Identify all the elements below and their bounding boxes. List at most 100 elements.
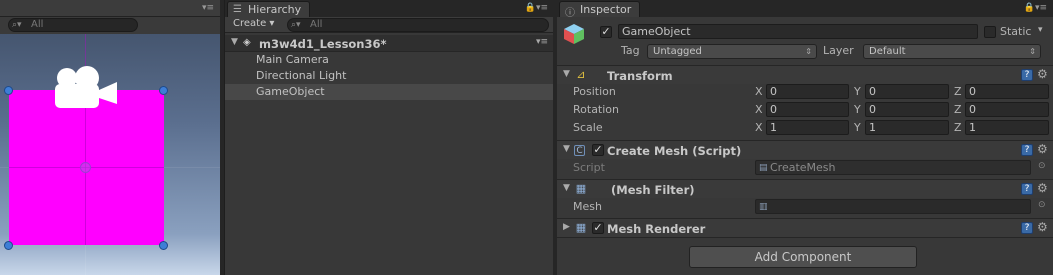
tab-hierarchy-label: Hierarchy (248, 3, 302, 16)
scene-view[interactable]: ▾≡ ⌕▾ All (0, 0, 220, 275)
mesh-object-field[interactable]: ▥ (755, 199, 1031, 214)
expand-arrow-icon[interactable]: ▼ (231, 37, 238, 47)
tab-inspector-label: Inspector (580, 3, 632, 16)
help-book-icon[interactable]: ? (1021, 144, 1033, 156)
camera-gizmo-icon[interactable] (53, 66, 119, 114)
hierarchy-item-directional-light[interactable]: Directional Light (225, 68, 554, 84)
tab-hierarchy[interactable]: ☰ Hierarchy (227, 1, 311, 17)
hierarchy-item-main-camera[interactable]: Main Camera (225, 52, 554, 68)
rotation-x-field[interactable]: 0 (766, 102, 849, 117)
mesh-renderer-header[interactable]: ▶ ▦ ✓ Mesh Renderer ? ⚙ (557, 218, 1053, 237)
mesh-renderer-title: Mesh Renderer (607, 222, 706, 236)
gameobject-cube-icon (564, 24, 584, 44)
dropdown-arrows-icon: ⇕ (805, 47, 812, 56)
list-icon: ☰ (233, 4, 242, 15)
z-label: Z (954, 103, 962, 116)
scene-search-row: ⌕▾ All (0, 17, 220, 34)
collapse-arrow-icon[interactable]: ▼ (563, 144, 570, 154)
panel-divider[interactable] (553, 0, 557, 275)
add-component-button[interactable]: Add Component (689, 246, 917, 268)
help-book-icon[interactable]: ? (1021, 69, 1033, 81)
scale-z-field[interactable]: 1 (965, 120, 1049, 135)
hierarchy-search-placeholder: All (310, 19, 323, 30)
y-label: Y (854, 121, 861, 134)
tag-dropdown[interactable]: Untagged ⇕ (647, 44, 817, 59)
script-label: Script (573, 161, 605, 174)
dropdown-arrows-icon: ⇕ (1029, 47, 1036, 56)
mesh-icon: ▥ (759, 202, 768, 212)
gear-icon[interactable]: ⚙ (1037, 67, 1048, 81)
transform-header[interactable]: ▼ ⊿ Transform ? ⚙ (557, 65, 1053, 84)
transform-axes-icon: ⊿ (576, 68, 586, 81)
mesh-filter-header[interactable]: ▼ ▦ (Mesh Filter) ? ⚙ (557, 179, 1053, 198)
layer-label: Layer (823, 44, 854, 57)
collapse-arrow-icon[interactable]: ▼ (563, 183, 570, 193)
hierarchy-search-input[interactable]: ⌕▾ All (287, 18, 549, 32)
panel-menu-icon[interactable]: ▾≡ (202, 3, 214, 13)
mesh-filter-icon: ▦ (575, 182, 587, 195)
position-y-field[interactable]: 0 (865, 84, 949, 99)
tag-label: Tag (621, 44, 640, 57)
scene-toolbar: ▾≡ (0, 0, 220, 17)
x-label: X (755, 103, 763, 116)
hierarchy-toolbar: Create ▾ ⌕▾ All (225, 17, 554, 33)
position-label: Position (573, 85, 616, 98)
inspector-tabbar: ⓘ Inspector 🔒▾≡ (557, 0, 1053, 19)
divider (557, 237, 1053, 238)
object-picker-icon[interactable]: ⊙ (1038, 161, 1046, 171)
y-label: Y (854, 85, 861, 98)
layer-dropdown[interactable]: Default ⇕ (863, 44, 1041, 59)
mesh-renderer-enabled-checkbox[interactable]: ✓ (592, 222, 604, 234)
static-dropdown-icon[interactable]: ▾ (1038, 25, 1043, 35)
position-x-field[interactable]: 0 (766, 84, 849, 99)
position-z-field[interactable]: 0 (965, 84, 1049, 99)
scene-menu-icon[interactable]: ▾≡ (536, 37, 548, 47)
static-label: Static (1000, 25, 1032, 38)
script-file-icon: ▤ (759, 163, 768, 173)
object-picker-icon[interactable]: ⊙ (1038, 200, 1046, 210)
mesh-filter-title: (Mesh Filter) (611, 183, 695, 197)
gear-icon[interactable]: ⚙ (1037, 142, 1048, 156)
active-checkbox[interactable]: ✓ (600, 26, 612, 38)
pivot-handle[interactable] (80, 162, 91, 173)
scale-x-field[interactable]: 1 (766, 120, 849, 135)
object-name-field[interactable]: GameObject (618, 24, 978, 39)
script-icon: C (574, 145, 585, 156)
help-book-icon[interactable]: ? (1021, 222, 1033, 234)
tab-inspector[interactable]: ⓘ Inspector (559, 1, 641, 19)
y-label: Y (854, 103, 861, 116)
create-button[interactable]: Create ▾ (233, 18, 274, 29)
gear-icon[interactable]: ⚙ (1037, 220, 1048, 234)
script-object-field[interactable]: ▤ CreateMesh (755, 160, 1031, 175)
transform-title: Transform (607, 69, 673, 83)
hierarchy-item-gameobject[interactable]: GameObject (225, 84, 554, 100)
rect-handle-bottom-left[interactable] (4, 241, 13, 250)
hierarchy-list: Main Camera Directional Light GameObject (225, 52, 554, 100)
help-book-icon[interactable]: ? (1021, 183, 1033, 195)
create-mesh-header[interactable]: ▼ C ✓ Create Mesh (Script) ? ⚙ (557, 140, 1053, 159)
search-icon: ⌕▾ (291, 20, 301, 30)
scale-y-field[interactable]: 1 (865, 120, 949, 135)
scene-name: m3w4d1_Lesson36* (259, 37, 387, 51)
static-checkbox[interactable] (984, 26, 996, 38)
rect-handle-bottom-right[interactable] (159, 241, 168, 250)
create-mesh-enabled-checkbox[interactable]: ✓ (592, 144, 604, 156)
hierarchy-tabbar: ☰ Hierarchy 🔒▾≡ (225, 0, 554, 17)
scene-search-placeholder: All (31, 19, 44, 30)
z-label: Z (954, 121, 962, 134)
lock-menu-icon[interactable]: 🔒▾≡ (1024, 3, 1047, 13)
scene-search-input[interactable]: ⌕▾ All (8, 18, 138, 32)
rotation-z-field[interactable]: 0 (965, 102, 1049, 117)
rotation-y-field[interactable]: 0 (865, 102, 949, 117)
collapse-arrow-icon[interactable]: ▼ (563, 69, 570, 79)
rect-handle-top-right[interactable] (159, 86, 168, 95)
expand-arrow-icon[interactable]: ▶ (563, 222, 570, 232)
inspector-panel: ⓘ Inspector 🔒▾≡ ✓ GameObject Static ▾ Ta… (557, 0, 1053, 275)
unity-scene-icon: ◈ (243, 37, 251, 48)
create-mesh-title: Create Mesh (Script) (607, 144, 742, 158)
lock-menu-icon[interactable]: 🔒▾≡ (525, 3, 548, 13)
scene-header[interactable]: ▼ ◈ m3w4d1_Lesson36* ▾≡ (225, 35, 554, 52)
mesh-label: Mesh (573, 200, 602, 213)
gear-icon[interactable]: ⚙ (1037, 181, 1048, 195)
rect-handle-top-left[interactable] (4, 86, 13, 95)
